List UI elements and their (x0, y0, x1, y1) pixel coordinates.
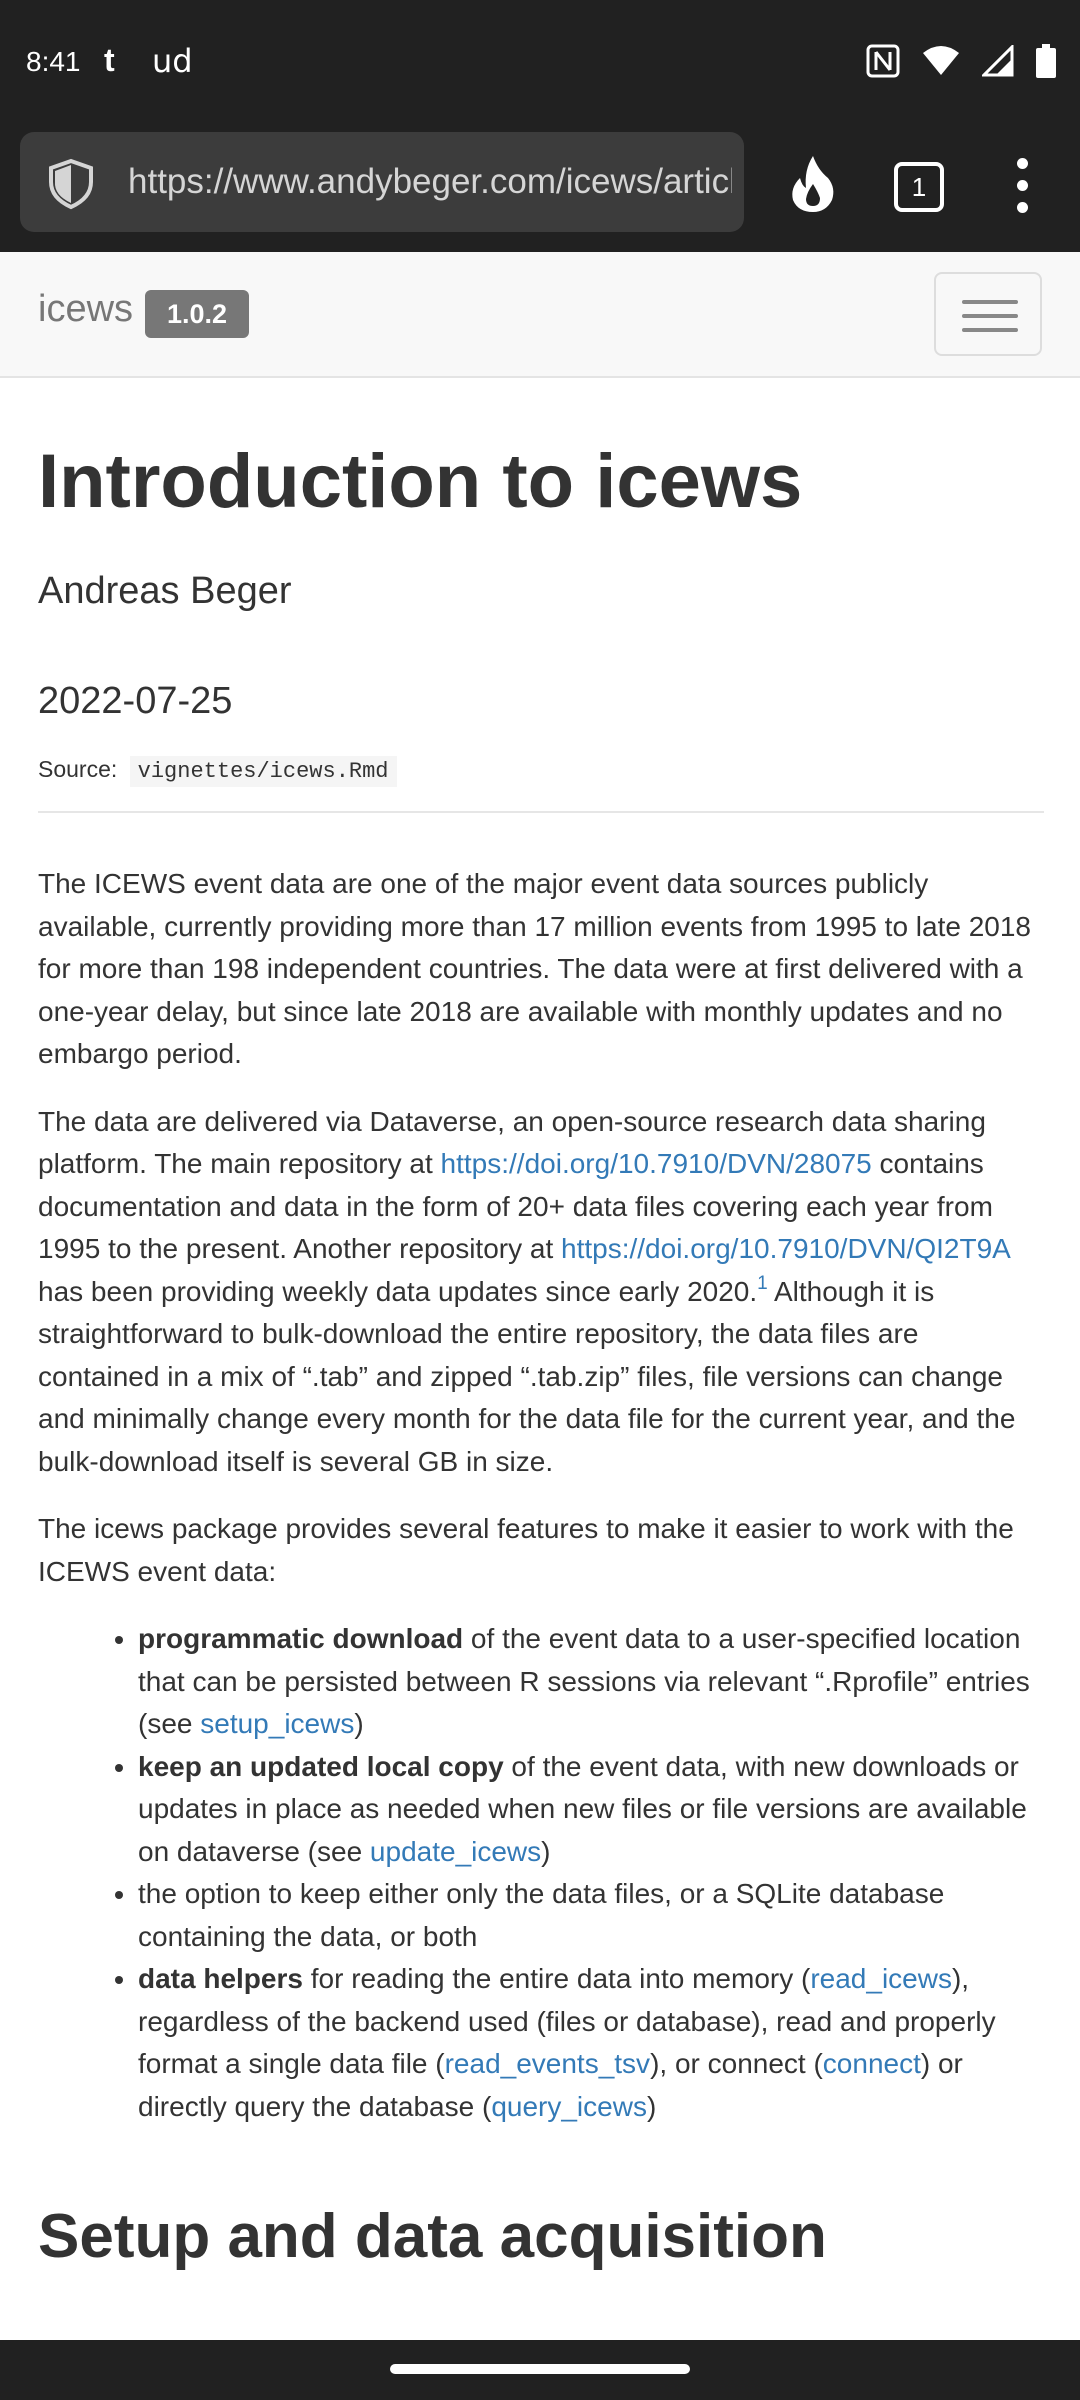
section-heading-setup: Setup and data acquisition (38, 2202, 827, 2271)
status-icons (866, 44, 1056, 78)
wifi-icon (923, 46, 959, 75)
system-nav-bar (0, 2340, 1080, 2400)
paragraph-dataverse: The data are delivered via Dataverse, an… (38, 1101, 1044, 1484)
home-gesture-handle[interactable] (390, 2364, 690, 2374)
author: Andreas Beger (38, 570, 292, 612)
bold-text: data helpers (138, 1963, 303, 1994)
read-events-tsv-link[interactable]: read_events_tsv (445, 2048, 650, 2079)
article-content: Introduction to icews Andreas Beger 2022… (38, 378, 1044, 2272)
signal-icon (982, 45, 1014, 77)
more-icon[interactable] (1012, 158, 1032, 224)
tumblr-notification-icon: t (104, 42, 115, 78)
update-icews-link[interactable]: update_icews (370, 1836, 541, 1867)
dataverse-weekly-link[interactable]: https://doi.org/10.7910/DVN/QI2T9A (561, 1233, 1009, 1264)
text: ) (646, 2090, 657, 2122)
setup-icews-link[interactable]: setup_icews (200, 1708, 354, 1739)
text: for reading the entire data into memory … (302, 1963, 811, 1994)
paragraph-features-intro: The icews package provides several featu… (38, 1513, 1014, 1587)
footnote-ref[interactable]: 1 (757, 1273, 768, 1294)
query-icews-link[interactable]: query_icews (491, 2091, 647, 2122)
site-navbar: icews 1.0.2 (0, 252, 1080, 378)
list-item: the option to keep either only the data … (138, 1873, 1044, 1958)
date: 2022-07-25 (38, 680, 233, 722)
status-bar: 8:41 t ud (0, 0, 1080, 130)
list-item: keep an updated local copy of the event … (138, 1746, 1044, 1874)
nav-toggle-button[interactable] (934, 272, 1042, 356)
source-path[interactable]: vignettes/icews.Rmd (129, 756, 397, 787)
text: ) (541, 1835, 551, 1867)
source-line: Source: vignettes/icews.Rmd (38, 752, 1044, 789)
brand-link[interactable]: icews (38, 288, 133, 331)
version-badge: 1.0.2 (145, 290, 250, 338)
url-bar[interactable]: https://www.andybeger.com/icews/articles… (20, 132, 744, 232)
battery-icon (1036, 44, 1056, 78)
text: ), or connect ( (650, 2048, 823, 2079)
tabs-button[interactable]: 1 (894, 162, 944, 212)
source-label: Source: (38, 756, 118, 782)
dataverse-main-link[interactable]: https://doi.org/10.7910/DVN/28075 (441, 1148, 872, 1179)
read-icews-link[interactable]: read_icews (810, 1963, 952, 1994)
page-title: Introduction to icews (38, 439, 803, 524)
text: has been providing weekly data updates s… (38, 1275, 758, 1307)
nfc-icon (866, 44, 900, 78)
paragraph-intro: The ICEWS event data are one of the majo… (38, 868, 1032, 1069)
shield-icon[interactable] (46, 158, 96, 210)
browser-toolbar: https://www.andybeger.com/icews/articles… (0, 130, 1080, 252)
divider (38, 811, 1044, 813)
list-item: programmatic download of the event data … (138, 1618, 1044, 1746)
bold-text: keep an updated local copy (138, 1750, 504, 1782)
text: ) (354, 1708, 364, 1739)
features-list: programmatic download of the event data … (38, 1618, 1044, 2128)
app-notification-icon: ud (152, 42, 193, 80)
fire-icon[interactable] (788, 154, 838, 214)
url-text[interactable]: https://www.andybeger.com/icews/articles… (128, 162, 732, 202)
list-item: data helpers for reading the entire data… (138, 1958, 1044, 2128)
status-time: 8:41 (26, 46, 81, 77)
bold-text: programmatic download (138, 1623, 464, 1654)
connect-link[interactable]: connect (823, 2048, 921, 2079)
